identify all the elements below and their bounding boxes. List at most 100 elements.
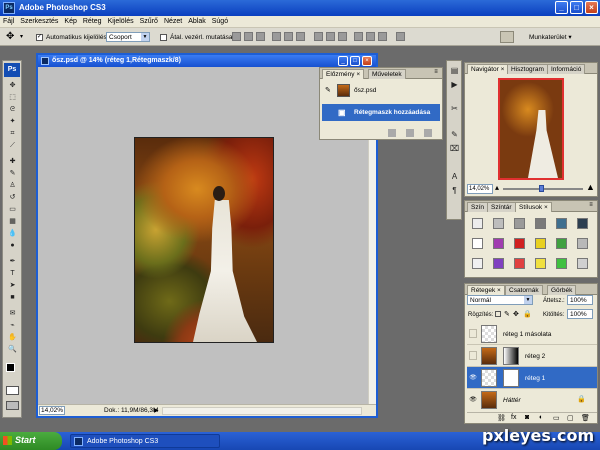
layer-row[interactable]: 👁 Háttér 🔒: [467, 389, 597, 411]
close-icon[interactable]: ×: [544, 204, 548, 211]
panel-menu-icon[interactable]: ≡: [432, 69, 440, 77]
align-top-icon[interactable]: [232, 32, 241, 41]
healing-brush-tool-icon[interactable]: ✚: [6, 157, 19, 167]
close-icon[interactable]: ×: [356, 71, 360, 78]
style-swatch[interactable]: [472, 218, 483, 229]
forest-bride-photo[interactable]: [134, 137, 274, 343]
marquee-tool-icon[interactable]: ⬚: [6, 93, 19, 103]
lock-pixels-icon[interactable]: ✎: [504, 310, 510, 318]
type-tool-icon[interactable]: T: [6, 269, 19, 279]
info-arrow-icon[interactable]: ▶: [154, 407, 159, 414]
workspace-button[interactable]: Munkaterület ▾: [529, 33, 572, 41]
blend-mode-dropdown[interactable]: Normál ▼: [467, 295, 533, 305]
distribute-right-icon[interactable]: [378, 32, 387, 41]
distribute-left-icon[interactable]: [354, 32, 363, 41]
document-maximize-button[interactable]: □: [350, 56, 360, 66]
layer-row[interactable]: réteg 1 másolata: [467, 323, 597, 345]
brush-tool-icon[interactable]: ✎: [6, 169, 19, 179]
clone-stamp-tool-icon[interactable]: ♙: [6, 181, 19, 191]
eraser-tool-icon[interactable]: ▭: [6, 205, 19, 215]
tool-preset-dropdown-icon[interactable]: ▾: [20, 33, 23, 40]
style-swatch[interactable]: [493, 258, 504, 269]
tab-paths[interactable]: Görbék: [547, 285, 577, 295]
distribute-hcenter-icon[interactable]: [366, 32, 375, 41]
paragraph-icon[interactable]: ¶: [449, 185, 460, 196]
history-item-selected[interactable]: ▣ Rétegmaszk hozzáadása: [322, 104, 440, 121]
style-swatch[interactable]: [535, 218, 546, 229]
style-swatch[interactable]: [535, 258, 546, 269]
horizontal-scrollbar[interactable]: [162, 407, 362, 415]
create-snapshot-icon[interactable]: [406, 129, 414, 137]
lock-transparent-icon[interactable]: [495, 311, 501, 317]
style-swatch[interactable]: [556, 258, 567, 269]
distribute-vcenter-icon[interactable]: [326, 32, 335, 41]
tab-color[interactable]: Szín: [467, 202, 489, 212]
clone-source-icon[interactable]: ⌧: [449, 143, 460, 154]
new-layer-icon[interactable]: ▢: [567, 414, 574, 422]
screen-mode-icon[interactable]: [6, 401, 19, 410]
move-tool-icon[interactable]: ✥: [6, 31, 14, 42]
align-left-icon[interactable]: [272, 32, 281, 41]
tool-presets-icon[interactable]: ✂: [449, 103, 460, 114]
document-minimize-button[interactable]: _: [338, 56, 348, 66]
zoom-in-icon[interactable]: ▲: [586, 182, 595, 192]
quick-mask-icon[interactable]: [6, 386, 19, 395]
link-layers-icon[interactable]: ⛓: [497, 414, 506, 422]
distribute-top-icon[interactable]: [314, 32, 323, 41]
tab-histogram[interactable]: Hisztogram: [507, 64, 548, 74]
history-brush-source-icon[interactable]: ✎: [325, 86, 331, 94]
align-hcenter-icon[interactable]: [284, 32, 293, 41]
style-swatch[interactable]: [472, 238, 483, 249]
dodge-tool-icon[interactable]: ●: [6, 241, 19, 251]
new-document-from-state-icon[interactable]: [388, 129, 396, 137]
trash-icon[interactable]: 🗑: [581, 414, 590, 422]
magic-wand-tool-icon[interactable]: ✦: [6, 117, 19, 127]
photoshop-logo-icon[interactable]: Ps: [4, 63, 20, 77]
hand-tool-icon[interactable]: ✋: [6, 333, 19, 343]
lock-all-icon[interactable]: 🔒: [523, 310, 532, 318]
menu-image[interactable]: Kép: [61, 16, 79, 25]
visibility-toggle[interactable]: [469, 351, 477, 360]
eye-icon[interactable]: 👁: [469, 396, 477, 403]
navigator-preview[interactable]: [498, 78, 564, 180]
notes-tool-icon[interactable]: ✉: [6, 309, 19, 319]
style-swatch[interactable]: [577, 238, 588, 249]
document-title-bar[interactable]: ősz.psd @ 14% (réteg 1,Rétegmaszk/8): [38, 55, 376, 67]
style-swatch[interactable]: [514, 238, 525, 249]
menu-file[interactable]: Fájl: [0, 16, 17, 25]
eyedropper-tool-icon[interactable]: ⌁: [6, 321, 19, 331]
tab-history[interactable]: Előzmény ×: [322, 69, 365, 79]
gradient-tool-icon[interactable]: ▦: [6, 217, 19, 227]
history-item[interactable]: ✎ ősz.psd: [322, 82, 440, 99]
path-selection-tool-icon[interactable]: ➤: [6, 281, 19, 291]
distribute-bottom-icon[interactable]: [338, 32, 347, 41]
lock-position-icon[interactable]: ✥: [513, 310, 519, 318]
opacity-field[interactable]: 100%: [567, 295, 593, 305]
zoom-tool-icon[interactable]: 🔍: [6, 345, 19, 355]
move-tool-icon[interactable]: ✥: [6, 81, 19, 91]
layer-row[interactable]: réteg 2: [467, 345, 597, 367]
style-swatch[interactable]: [514, 258, 525, 269]
foreground-color-swatch[interactable]: [6, 363, 15, 372]
blur-tool-icon[interactable]: 💧: [6, 229, 19, 239]
navigator-zoom-slider-handle[interactable]: [539, 185, 544, 192]
style-swatch[interactable]: [514, 218, 525, 229]
tab-channels[interactable]: Csatornák: [505, 285, 543, 295]
auto-select-checkbox[interactable]: ✓: [36, 34, 43, 41]
align-vcenter-icon[interactable]: [244, 32, 253, 41]
style-swatch[interactable]: [493, 218, 504, 229]
trash-icon[interactable]: [424, 129, 432, 137]
align-bottom-icon[interactable]: [256, 32, 265, 41]
menu-edit[interactable]: Szerkesztés: [17, 16, 61, 25]
eye-icon[interactable]: 👁: [469, 374, 477, 381]
adjustment-layer-icon[interactable]: ◐: [539, 414, 543, 421]
navigator-zoom-field[interactable]: 14,02%: [467, 184, 493, 194]
maximize-button[interactable]: □: [570, 1, 583, 14]
shape-tool-icon[interactable]: ■: [6, 293, 19, 303]
menu-view[interactable]: Nézet: [161, 16, 185, 25]
menu-help[interactable]: Súgó: [209, 16, 231, 25]
auto-select-dropdown[interactable]: Csoport ▼: [106, 32, 150, 42]
visibility-toggle[interactable]: [469, 329, 477, 338]
character-icon[interactable]: A: [449, 171, 460, 182]
crop-tool-icon[interactable]: ⌗: [6, 129, 19, 139]
